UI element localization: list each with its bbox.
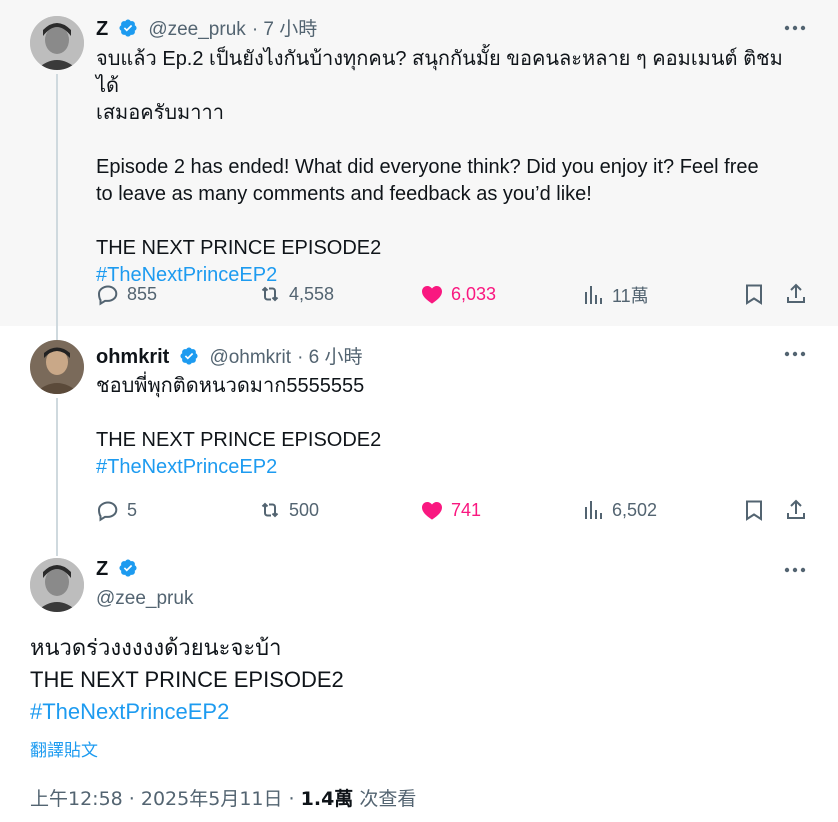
bookmark-button[interactable]	[742, 498, 773, 522]
like-count: 6,033	[451, 283, 497, 304]
thread-line	[56, 326, 58, 340]
views-count: 6,502	[612, 499, 658, 520]
tweet-header: Z @zee_pruk · 7 小時	[96, 14, 317, 43]
bookmark-icon	[746, 500, 762, 521]
tweet-blank-line	[96, 400, 798, 427]
tweet-1[interactable]: Z @zee_pruk · 7 小時 จบแล้ว Ep.2 เป็นยังไง…	[0, 0, 838, 326]
heart-icon	[422, 502, 442, 520]
post-time[interactable]: 上午12:58 · 2025年5月11日 ·	[30, 788, 295, 810]
retweet-icon	[261, 502, 279, 518]
tweet-line: จบแล้ว Ep.2 เป็นยังไงกันบ้างทุกคน? สนุกก…	[96, 48, 783, 97]
views-button[interactable]: 6,502	[581, 498, 657, 522]
views-icon	[585, 501, 602, 519]
reply-count: 855	[127, 283, 158, 304]
handle[interactable]: @ohmkrit	[209, 347, 291, 368]
tweet-text: ชอบพี่พุกติดหนวดมาก5555555 THE NEXT PRIN…	[96, 373, 798, 481]
tweet-line: THE NEXT PRINCE EPISODE2	[96, 429, 382, 451]
like-count: 741	[451, 499, 482, 520]
tweet-line: ชอบพี่พุกติดหนวดมาก5555555	[96, 375, 365, 397]
retweet-count: 500	[289, 499, 320, 520]
like-button[interactable]: 6,033	[420, 282, 496, 306]
tweet-header: ohmkrit @ohmkrit · 6 小時	[96, 342, 363, 371]
timestamp[interactable]: · 7 小時	[252, 19, 317, 40]
like-button[interactable]: 741	[420, 498, 481, 522]
views-icon	[585, 286, 602, 304]
verified-icon	[118, 18, 138, 43]
thread-line	[56, 398, 58, 540]
retweet-icon	[261, 286, 279, 302]
tweet-line: THE NEXT PRINCE EPISODE2	[96, 237, 382, 259]
share-button[interactable]	[784, 498, 815, 522]
tweet-line: หนวดร่วงงงงงด้วยนะจะบ้า	[30, 635, 282, 660]
tweet-2[interactable]: ohmkrit @ohmkrit · 6 小時 ชอบพี่พุกติดหนวด…	[0, 326, 838, 540]
retweet-count: 4,558	[289, 283, 335, 304]
reply-button[interactable]: 855	[96, 282, 157, 306]
tweet-blank-line	[96, 208, 798, 235]
thread-line	[56, 540, 58, 556]
main-tweet-text: หนวดร่วงงงงงด้วยนะจะบ้า THE NEXT PRINCE …	[30, 632, 344, 728]
tweet-header: Z	[96, 558, 142, 583]
bookmark-button[interactable]	[742, 282, 773, 306]
retweet-button[interactable]: 500	[258, 498, 319, 522]
display-name[interactable]: Z	[96, 558, 108, 580]
handle[interactable]: @zee_pruk	[148, 19, 245, 40]
display-name[interactable]: Z	[96, 18, 108, 40]
tweet-actions: 5 500 741 6,502	[96, 498, 808, 528]
handle-row: @zee_pruk	[96, 587, 193, 610]
tweet-line: to leave as many comments and feedback a…	[96, 183, 592, 205]
tweet-blank-line	[96, 127, 798, 154]
reply-button[interactable]: 5	[96, 498, 137, 522]
bookmark-icon	[746, 284, 762, 305]
tweet-line: Episode 2 has ended! What did everyone t…	[96, 156, 759, 178]
post-timestamp: 上午12:58 · 2025年5月11日 · 1.4萬 次查看	[30, 784, 416, 811]
hashtag-link[interactable]: #TheNextPrinceEP2	[30, 696, 344, 728]
verified-icon	[179, 346, 199, 371]
tweet-actions: 855 4,558 6,033 11萬	[96, 282, 808, 312]
more-icon[interactable]	[782, 18, 808, 38]
views-button[interactable]: 11萬	[581, 282, 649, 308]
more-icon[interactable]	[782, 560, 808, 580]
post-views: 1.4萬	[300, 788, 354, 810]
more-icon[interactable]	[782, 344, 808, 364]
timestamp[interactable]: · 6 小時	[297, 347, 362, 368]
tweet-line: THE NEXT PRINCE EPISODE2	[30, 667, 344, 692]
reply-count: 5	[127, 499, 138, 520]
thread-line	[56, 74, 58, 326]
retweet-button[interactable]: 4,558	[258, 282, 334, 306]
reply-icon	[97, 501, 118, 522]
handle[interactable]: @zee_pruk	[96, 588, 193, 609]
translate-post-link[interactable]: 翻譯貼文	[30, 736, 98, 761]
tweet-text: จบแล้ว Ep.2 เป็นยังไงกันบ้างทุกคน? สนุกก…	[96, 46, 798, 289]
verified-icon	[118, 558, 138, 583]
tweet-line: เสมอครับมาาา	[96, 102, 224, 124]
main-tweet: Z @zee_pruk หนวดร่วงงงงงด้วยนะจะบ้า THE …	[0, 540, 838, 822]
post-views-suffix: 次查看	[359, 788, 417, 810]
avatar[interactable]	[30, 558, 84, 612]
avatar[interactable]	[30, 340, 84, 394]
display-name[interactable]: ohmkrit	[96, 346, 169, 368]
share-button[interactable]	[784, 282, 815, 306]
avatar[interactable]	[30, 16, 84, 70]
share-icon	[787, 499, 805, 519]
heart-icon	[422, 286, 442, 304]
share-icon	[787, 283, 805, 303]
hashtag-link[interactable]: #TheNextPrinceEP2	[96, 454, 798, 481]
views-count: 11萬	[612, 286, 649, 306]
reply-icon	[97, 285, 118, 306]
